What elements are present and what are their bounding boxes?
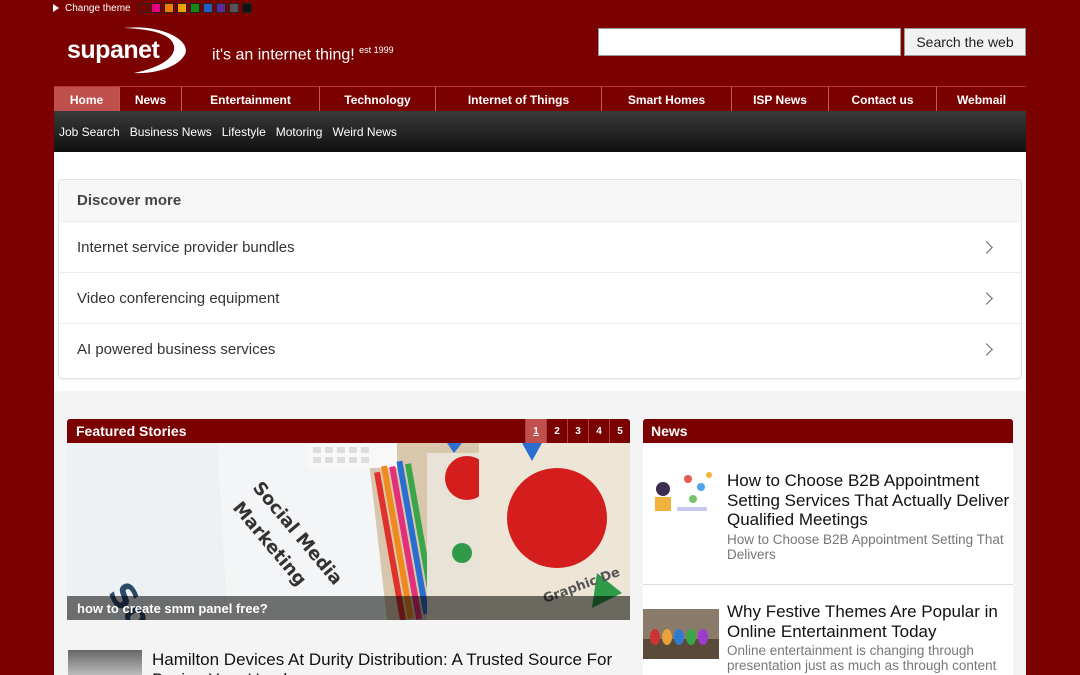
news-list: How to Choose B2B Appointment Setting Se… (643, 443, 1013, 675)
nav-item-smart-homes[interactable]: Smart Homes (602, 87, 732, 112)
tagline-text: it's an internet thing! (212, 46, 355, 64)
search-input[interactable] (598, 28, 901, 56)
news-header: News (643, 419, 1013, 443)
featured-story-image[interactable]: Socia Social Media Marketing Graphic De … (67, 443, 630, 620)
theme-swatch-amber[interactable] (176, 3, 187, 13)
nav-item-news[interactable]: News (120, 87, 182, 112)
theme-swatch-green[interactable] (189, 3, 200, 13)
theme-swatch-pink[interactable] (150, 3, 161, 13)
theme-switcher: Change theme (53, 2, 252, 14)
news-thumbnail[interactable] (643, 609, 719, 659)
featured-pager: 1 2 3 4 5 (525, 419, 630, 443)
pager-page-2[interactable]: 2 (546, 419, 567, 443)
pager-page-1[interactable]: 1 (525, 419, 546, 443)
subnav-item-lifestyle[interactable]: Lifestyle (222, 125, 266, 139)
stories-section: Featured Stories 1 2 3 4 5 Social Media … (54, 391, 1026, 675)
chevron-right-icon (980, 343, 993, 356)
nav-item-webmail[interactable]: Webmail (937, 87, 1026, 112)
featured-caption[interactable]: how to create smm panel free? (67, 596, 630, 620)
game-pieces-photo (643, 609, 719, 659)
theme-label: Change theme (65, 2, 131, 14)
featured-stories-header: Featured Stories 1 2 3 4 5 (67, 419, 630, 443)
featured-photo: Socia Social Media Marketing Graphic De (67, 443, 630, 620)
discover-more-title: Discover more (59, 180, 1021, 222)
pager-page-3[interactable]: 3 (567, 419, 588, 443)
subnav-item-business-news[interactable]: Business News (130, 125, 212, 139)
site-tagline: it's an internet thing! est 1999 (212, 45, 394, 64)
nav-item-internet-of-things[interactable]: Internet of Things (436, 87, 602, 112)
subnav-item-weird-news[interactable]: Weird News (332, 125, 396, 139)
subnav-item-job-search[interactable]: Job Search (59, 125, 120, 139)
nav-item-isp-news[interactable]: ISP News (732, 87, 829, 112)
news-item-title[interactable]: Why Festive Themes Are Popular in Online… (727, 602, 1013, 641)
news-item-snippet: How to Choose B2B Appointment Setting Th… (727, 532, 1004, 562)
discover-item[interactable]: Internet service provider bundles (59, 222, 1021, 273)
theme-swatch-orange[interactable] (163, 3, 174, 13)
logo-text: supanet (67, 36, 160, 64)
subnav-item-motoring[interactable]: Motoring (276, 125, 323, 139)
theme-swatch-purple[interactable] (215, 3, 226, 13)
chevron-right-icon (980, 240, 993, 254)
meeting-illustration-icon (643, 467, 719, 523)
discover-item[interactable]: AI powered business services (59, 324, 1021, 375)
theme-swatch-red[interactable] (137, 3, 148, 13)
pager-page-4[interactable]: 4 (588, 419, 609, 443)
discover-item-label: Internet service provider bundles (77, 238, 295, 256)
nav-item-technology[interactable]: Technology (320, 87, 436, 112)
news-thumbnail[interactable] (643, 467, 719, 523)
discover-item-label: Video conferencing equipment (77, 289, 280, 307)
main-content: Discover more Internet service provider … (54, 152, 1026, 675)
story-thumbnail[interactable] (68, 650, 142, 675)
discover-more-panel: Discover more Internet service provider … (58, 179, 1022, 379)
theme-arrow-icon (53, 4, 59, 12)
theme-swatch-black[interactable] (241, 3, 252, 13)
nav-item-home[interactable]: Home (54, 87, 120, 112)
news-divider (643, 584, 1013, 585)
pager-page-5[interactable]: 5 (609, 419, 630, 443)
news-item-title[interactable]: How to Choose B2B Appointment Setting Se… (727, 471, 1013, 530)
discover-item-label: AI powered business services (77, 341, 276, 358)
featured-stories-title: Featured Stories (76, 423, 187, 439)
main-nav: Home News Entertainment Technology Inter… (54, 86, 1026, 112)
theme-swatch-blue[interactable] (202, 3, 213, 13)
est-year: est 1999 (359, 45, 394, 55)
nav-item-entertainment[interactable]: Entertainment (182, 87, 320, 112)
search-button[interactable]: Search the web (904, 28, 1026, 56)
chevron-right-icon (980, 291, 993, 305)
theme-swatch-grey[interactable] (228, 3, 239, 13)
nav-item-contact-us[interactable]: Contact us (829, 87, 937, 112)
sub-nav: Job Search Business News Lifestyle Motor… (54, 111, 1026, 152)
discover-item[interactable]: Video conferencing equipment (59, 273, 1021, 324)
site-logo[interactable]: supanet (64, 26, 188, 74)
news-item-snippet: Online entertainment is changing through… (727, 643, 997, 673)
story-title[interactable]: Hamilton Devices At Durity Distribution:… (152, 650, 622, 675)
